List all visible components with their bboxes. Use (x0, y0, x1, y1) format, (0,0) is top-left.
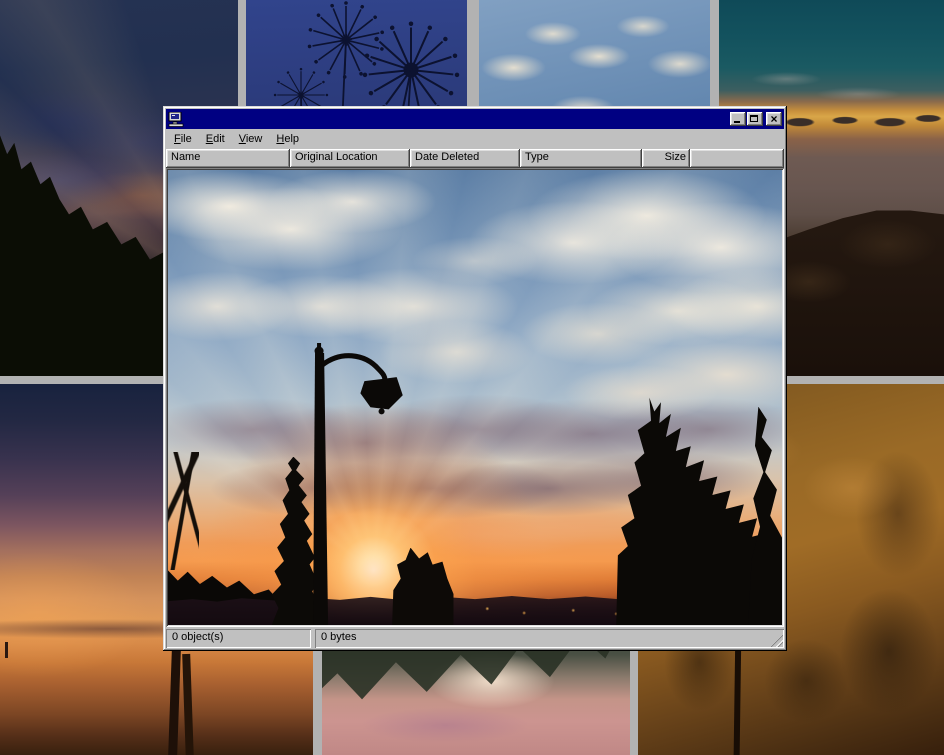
water-pole-silhouette (182, 654, 194, 755)
computer-icon[interactable] (168, 112, 184, 127)
title-bar[interactable]: × (166, 109, 784, 129)
water-pole-silhouette (168, 648, 181, 755)
status-size: 0 bytes (315, 629, 784, 648)
maximize-button[interactable] (747, 112, 763, 126)
branch-silhouette (168, 452, 199, 570)
recycle-bin-window: × File Edit View Help Name Original Loca… (163, 106, 787, 651)
desktop: × File Edit View Help Name Original Loca… (0, 0, 944, 755)
column-header-type[interactable]: Type (520, 149, 642, 168)
status-size-text: 0 bytes (321, 631, 356, 643)
menu-bar: File Edit View Help (166, 129, 784, 149)
menu-view[interactable]: View (232, 131, 270, 147)
close-button[interactable]: × (766, 112, 782, 126)
lamppost-silhouette (312, 343, 408, 625)
column-header-name[interactable]: Name (166, 149, 290, 168)
status-object-count: 0 object(s) (166, 629, 311, 648)
menu-edit[interactable]: Edit (199, 131, 232, 147)
sunset-lamppost-photo (168, 170, 782, 625)
menu-file[interactable]: File (167, 131, 199, 147)
maximize-icon (750, 115, 758, 122)
water-pole-silhouette (5, 642, 8, 658)
minimize-icon (734, 121, 740, 123)
menu-help[interactable]: Help (269, 131, 306, 147)
close-icon: × (770, 114, 777, 124)
column-header-original-location[interactable]: Original Location (290, 149, 410, 168)
column-header-row: Name Original Location Date Deleted Type… (166, 149, 784, 168)
status-bar: 0 object(s) 0 bytes (166, 629, 784, 648)
column-header-date-deleted[interactable]: Date Deleted (410, 149, 520, 168)
minimize-button[interactable] (730, 112, 746, 126)
resize-grip[interactable] (770, 634, 783, 647)
column-header-size[interactable]: Size (642, 149, 690, 168)
column-header-blank[interactable] (690, 149, 784, 168)
file-list-area[interactable] (166, 168, 784, 627)
